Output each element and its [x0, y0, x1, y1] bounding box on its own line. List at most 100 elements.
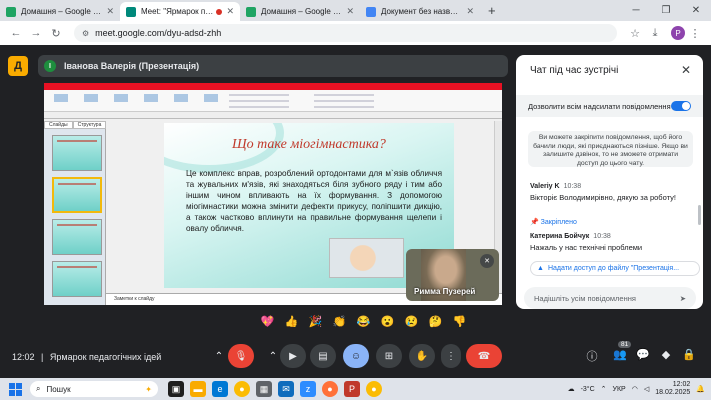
mic-toggle-button[interactable]: 🎙	[228, 344, 254, 368]
chrome-icon[interactable]: ●	[366, 381, 382, 397]
chat-message: Valeriy K 10:38 Вікторіє Володимирівно, д…	[530, 183, 676, 202]
send-icon[interactable]: ➤	[680, 294, 686, 303]
taskbar-time: 12:02	[672, 381, 691, 388]
chat-notice: Ви можете закріпити повідомлення, щоб йо…	[528, 131, 693, 167]
language-indicator[interactable]: УКР	[613, 386, 626, 393]
message-text: Нажаль у нас технічні проблеми	[530, 243, 643, 252]
mic-options-chevron-icon[interactable]: ⌃	[208, 344, 230, 368]
maximize-icon[interactable]: ❐	[651, 5, 681, 16]
tab-title: Meet: "Ярмарок педагогі	[141, 7, 213, 16]
download-icon[interactable]: ⤓	[645, 27, 665, 40]
taskbar-clock[interactable]: 12:02 18.02.2025	[655, 381, 690, 397]
reaction-thumbs-down-icon[interactable]: 👎	[450, 315, 469, 328]
chat-scrollbar[interactable]	[698, 205, 701, 225]
recording-indicator-icon	[216, 8, 223, 15]
reactions-button[interactable]: ☺	[343, 344, 369, 368]
profile-avatar[interactable]: P	[671, 26, 685, 40]
slide-thumbnail[interactable]	[52, 261, 102, 297]
bookmark-star-icon[interactable]: ☆	[625, 27, 645, 40]
chat-button[interactable]: 💬	[634, 348, 652, 361]
slide-thumbnail[interactable]	[52, 135, 102, 171]
more-menu-icon[interactable]: ⋮	[685, 27, 705, 40]
edge-icon[interactable]: e	[212, 381, 228, 397]
close-tab-icon[interactable]: ✕	[466, 6, 474, 17]
notifications-icon[interactable]: 🔔	[696, 385, 705, 393]
google-docs-icon	[366, 6, 376, 17]
raise-hand-button[interactable]: ✋	[409, 344, 435, 368]
participant-tile[interactable]: ✕ Римма Пузерей	[406, 249, 499, 301]
browser-tab-meet[interactable]: Meet: "Ярмарок педагогі ✕	[120, 2, 240, 21]
window-controls: ─ ❐ ✕	[621, 0, 711, 21]
volume-icon[interactable]: ◁	[644, 385, 649, 393]
reaction-surprised-icon[interactable]: 😮	[378, 315, 397, 328]
reaction-clap-icon[interactable]: 👏	[330, 315, 349, 328]
people-button[interactable]: 👥	[611, 348, 629, 361]
tab-slides[interactable]: Слайды	[44, 121, 73, 129]
reaction-thumbs-up-icon[interactable]: 👍	[282, 315, 301, 328]
pinned-label[interactable]: 📌 Закріплено	[530, 218, 577, 226]
temperature: -3°C	[580, 385, 595, 393]
captions-button[interactable]: ▤	[310, 344, 336, 368]
browser-tab-drive-1[interactable]: Домашня – Google Диск ✕	[0, 2, 120, 21]
reload-icon[interactable]: ↻	[46, 27, 66, 40]
slide-thumbnail[interactable]	[52, 219, 102, 255]
tab-outline[interactable]: Структура	[72, 121, 107, 129]
activities-button[interactable]: ◆	[657, 348, 675, 361]
presenter-bar: I Іванова Валерія (Презентація)	[38, 55, 508, 77]
minimize-icon[interactable]: ─	[621, 5, 651, 16]
slide-child-photo	[329, 238, 404, 278]
copilot-icon: ✦	[145, 384, 152, 394]
back-icon[interactable]: ←	[6, 27, 26, 39]
leave-call-button[interactable]: ☎	[466, 344, 502, 368]
close-icon[interactable]: ✕	[681, 63, 691, 77]
slide-body-text: Це комплекс вправ, розроблений ортодонта…	[186, 169, 442, 233]
task-view-icon[interactable]: ▣	[168, 381, 184, 397]
message-author: Valeriy K	[530, 183, 560, 190]
reaction-laugh-icon[interactable]: 😂	[354, 315, 373, 328]
chat-icon: 💬	[636, 349, 650, 361]
firefox-icon[interactable]: ●	[322, 381, 338, 397]
close-tab-icon[interactable]: ✕	[346, 6, 354, 17]
new-tab-button[interactable]: +	[488, 3, 496, 18]
close-tab-icon[interactable]: ✕	[106, 6, 114, 17]
meeting-info-button[interactable]: ⓘ	[583, 348, 601, 364]
system-tray: ☁ -3°C ⌃ УКР ◠ ◁ 12:02 18.02.2025 🔔	[568, 378, 705, 400]
present-screen-button[interactable]: ⊞	[376, 344, 402, 368]
file-access-chip[interactable]: ▲ Надати доступ до файлу "Презентація...	[530, 261, 700, 276]
close-tab-icon[interactable]: ✕	[226, 6, 234, 17]
camera-toggle-button[interactable]: ▶	[280, 344, 306, 368]
reaction-sad-icon[interactable]: 😢	[402, 315, 421, 328]
windows-start-button[interactable]	[6, 382, 24, 396]
captions-icon: ▤	[318, 350, 328, 362]
shapes-icon: ◆	[661, 349, 671, 361]
browser-tab-docs[interactable]: Документ без назви - Google ✕	[360, 2, 480, 21]
file-explorer-icon[interactable]: ▬	[190, 381, 206, 397]
chrome-icon[interactable]: ●	[234, 381, 250, 397]
reaction-thinking-icon[interactable]: 🤔	[426, 315, 445, 328]
taskbar-apps: ▣ ▬ e ● ▦ ✉ z ● P ●	[168, 381, 382, 397]
mail-icon[interactable]: ✉	[278, 381, 294, 397]
slide-thumbnail-selected[interactable]	[52, 177, 102, 213]
google-meet-icon	[126, 6, 136, 17]
powerpoint-icon[interactable]: P	[344, 381, 360, 397]
more-vertical-icon: ⋮	[446, 350, 456, 362]
taskbar-search-field[interactable]: ⌕ Пошук ✦	[30, 381, 158, 397]
site-info-icon[interactable]: ⚙	[82, 29, 89, 38]
wifi-icon[interactable]: ◠	[632, 385, 638, 393]
host-controls-button[interactable]: 🔒	[680, 348, 698, 361]
url-field[interactable]: ⚙ meet.google.com/dyu-adsd-zhh	[74, 24, 617, 42]
zoom-icon[interactable]: z	[300, 381, 316, 397]
more-options-button[interactable]: ⋮	[441, 344, 461, 368]
emoji-icon: ☺	[350, 350, 362, 362]
store-icon[interactable]: ▦	[256, 381, 272, 397]
allow-messages-toggle[interactable]	[671, 101, 691, 111]
reaction-party-icon[interactable]: 🎉	[306, 315, 325, 328]
reaction-heart-icon[interactable]: 💖	[258, 315, 277, 328]
browser-tab-drive-2[interactable]: Домашня – Google Диск ✕	[240, 2, 360, 21]
tray-expand-icon[interactable]: ⌃	[601, 385, 607, 393]
pinned-text: Закріплено	[540, 219, 577, 226]
forward-icon[interactable]: →	[26, 27, 46, 39]
close-window-icon[interactable]: ✕	[681, 5, 711, 16]
present-icon: ⊞	[384, 350, 394, 362]
chat-message-input[interactable]: Надішліть усім повідомлення ➤	[524, 287, 696, 309]
